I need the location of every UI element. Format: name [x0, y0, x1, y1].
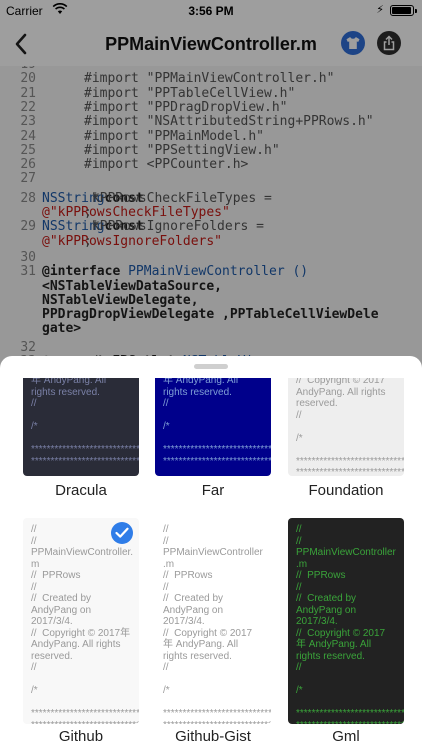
- theme-preview: // // PPMainViewController. m // PPRows …: [23, 518, 139, 724]
- theme-preview-text: 年 AndyPang. All rights reserved. // /* *…: [31, 378, 139, 467]
- theme-name: Gml: [332, 728, 360, 745]
- theme-name: Foundation: [308, 482, 384, 499]
- theme-picker-sheet: 年 AndyPang. All rights reserved. // /* *…: [0, 356, 422, 750]
- theme-option-foundation[interactable]: // Copyright © 2017 AndyPang. All rights…: [288, 378, 404, 506]
- theme-preview: 年 AndyPang. All rights reserved. // /* *…: [155, 378, 271, 476]
- theme-option-dracula[interactable]: 年 AndyPang. All rights reserved. // /* *…: [23, 378, 139, 506]
- selected-check-icon: [111, 522, 133, 544]
- theme-preview: 年 AndyPang. All rights reserved. // /* *…: [23, 378, 139, 476]
- theme-option-gml[interactable]: // // PPMainViewController .m // PPRows …: [288, 518, 404, 750]
- theme-preview-text: // // PPMainViewController .m // PPRows …: [163, 524, 271, 724]
- theme-preview-text: // // PPMainViewController. m // PPRows …: [31, 524, 139, 724]
- theme-preview-text: 年 AndyPang. All rights reserved. // /* *…: [163, 378, 271, 467]
- theme-preview-text: // Copyright © 2017 AndyPang. All rights…: [296, 378, 404, 476]
- theme-preview-text: // // PPMainViewController .m // PPRows …: [296, 524, 404, 724]
- theme-name: Github-Gist: [175, 728, 251, 745]
- theme-name: Dracula: [55, 482, 107, 499]
- theme-option-github[interactable]: // // PPMainViewController. m // PPRows …: [23, 518, 139, 750]
- theme-option-far[interactable]: 年 AndyPang. All rights reserved. // /* *…: [155, 378, 271, 506]
- theme-preview: // // PPMainViewController .m // PPRows …: [155, 518, 271, 724]
- theme-name: Github: [58, 728, 104, 745]
- theme-preview: // // PPMainViewController .m // PPRows …: [288, 518, 404, 724]
- theme-preview: // Copyright © 2017 AndyPang. All rights…: [288, 378, 404, 476]
- theme-option-github-gist[interactable]: // // PPMainViewController .m // PPRows …: [155, 518, 271, 750]
- theme-name: Far: [201, 482, 225, 499]
- sheet-grabber[interactable]: [194, 364, 228, 369]
